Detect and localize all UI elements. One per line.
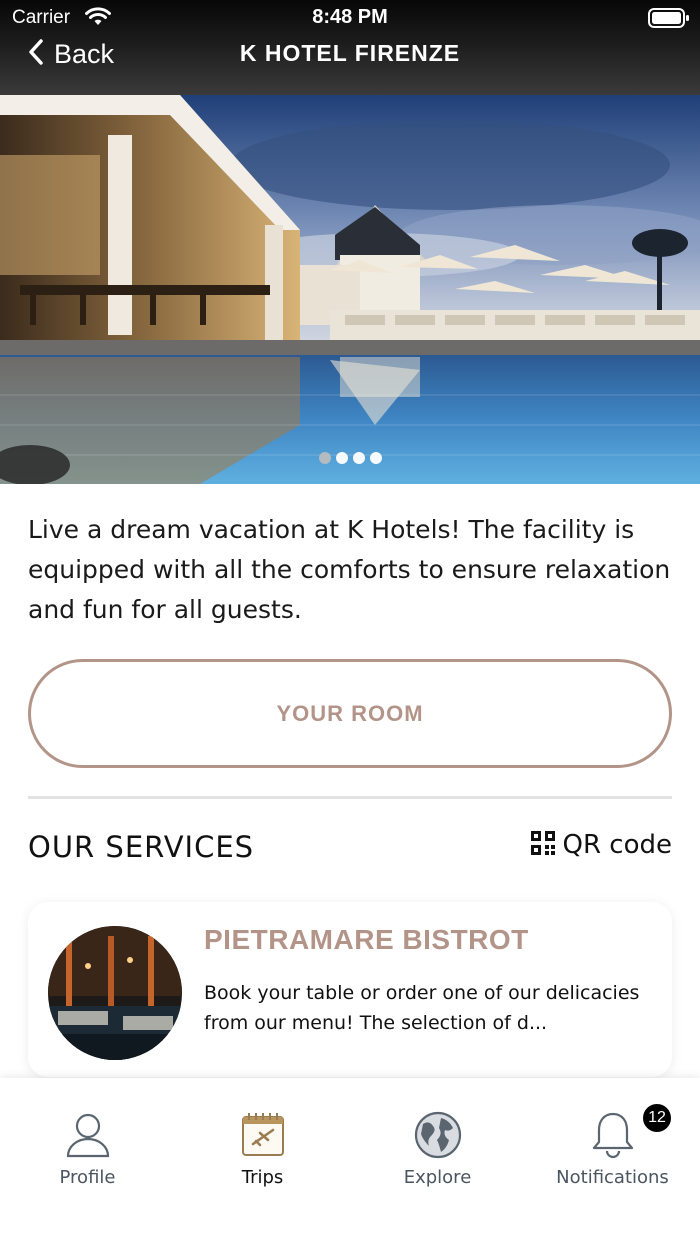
notification-badge: 12 bbox=[641, 1102, 673, 1134]
tab-label: Trips bbox=[241, 1167, 284, 1188]
tab-notifications[interactable]: 12 Notifications bbox=[525, 1078, 700, 1208]
service-title: PIETRAMARE BISTROT bbox=[204, 924, 529, 955]
navigation-header: Carrier 8:48 PM Back K HOTEL FIRENZE bbox=[0, 0, 700, 95]
qr-code-label: QR code bbox=[562, 830, 673, 860]
hero-image bbox=[0, 95, 700, 484]
globe-icon bbox=[413, 1110, 463, 1160]
carousel-page-indicator[interactable] bbox=[0, 452, 700, 464]
your-room-label: YOUR ROOM bbox=[276, 700, 424, 726]
divider bbox=[28, 796, 672, 799]
carousel-dot[interactable] bbox=[318, 452, 331, 464]
hotel-description: Live a dream vacation at K Hotels! The f… bbox=[28, 515, 671, 624]
tab-label: Notifications bbox=[556, 1167, 669, 1188]
page-title: K HOTEL FIRENZE bbox=[239, 40, 461, 66]
your-room-button[interactable]: YOUR ROOM bbox=[28, 659, 672, 768]
hero-carousel[interactable] bbox=[0, 95, 700, 484]
service-description: Book your table or order one of our deli… bbox=[204, 982, 640, 1034]
carousel-dot[interactable] bbox=[369, 452, 382, 464]
status-time: 8:48 PM bbox=[312, 6, 388, 28]
profile-icon bbox=[63, 1110, 113, 1160]
tab-label: Profile bbox=[59, 1167, 116, 1188]
tab-profile[interactable]: Profile bbox=[0, 1078, 175, 1208]
status-bar: Carrier 8:48 PM bbox=[0, 0, 700, 36]
trips-icon bbox=[238, 1110, 288, 1160]
carousel-dot[interactable] bbox=[335, 452, 348, 464]
tab-explore[interactable]: Explore bbox=[350, 1078, 525, 1208]
tab-trips[interactable]: Trips bbox=[175, 1078, 350, 1208]
battery-icon bbox=[648, 8, 690, 32]
bottom-tab-bar: Profile Trips Explore 12 Notifications bbox=[0, 1078, 700, 1244]
qr-code-button[interactable]: QR code bbox=[530, 830, 673, 860]
bell-icon bbox=[588, 1110, 638, 1160]
carousel-dot[interactable] bbox=[352, 452, 365, 464]
tab-label: Explore bbox=[403, 1167, 472, 1188]
services-heading: OUR SERVICES bbox=[28, 830, 255, 864]
qr-code-icon bbox=[530, 831, 555, 859]
service-thumbnail bbox=[48, 926, 182, 1060]
service-card[interactable]: PIETRAMARE BISTROT Book your table or or… bbox=[28, 902, 672, 1077]
